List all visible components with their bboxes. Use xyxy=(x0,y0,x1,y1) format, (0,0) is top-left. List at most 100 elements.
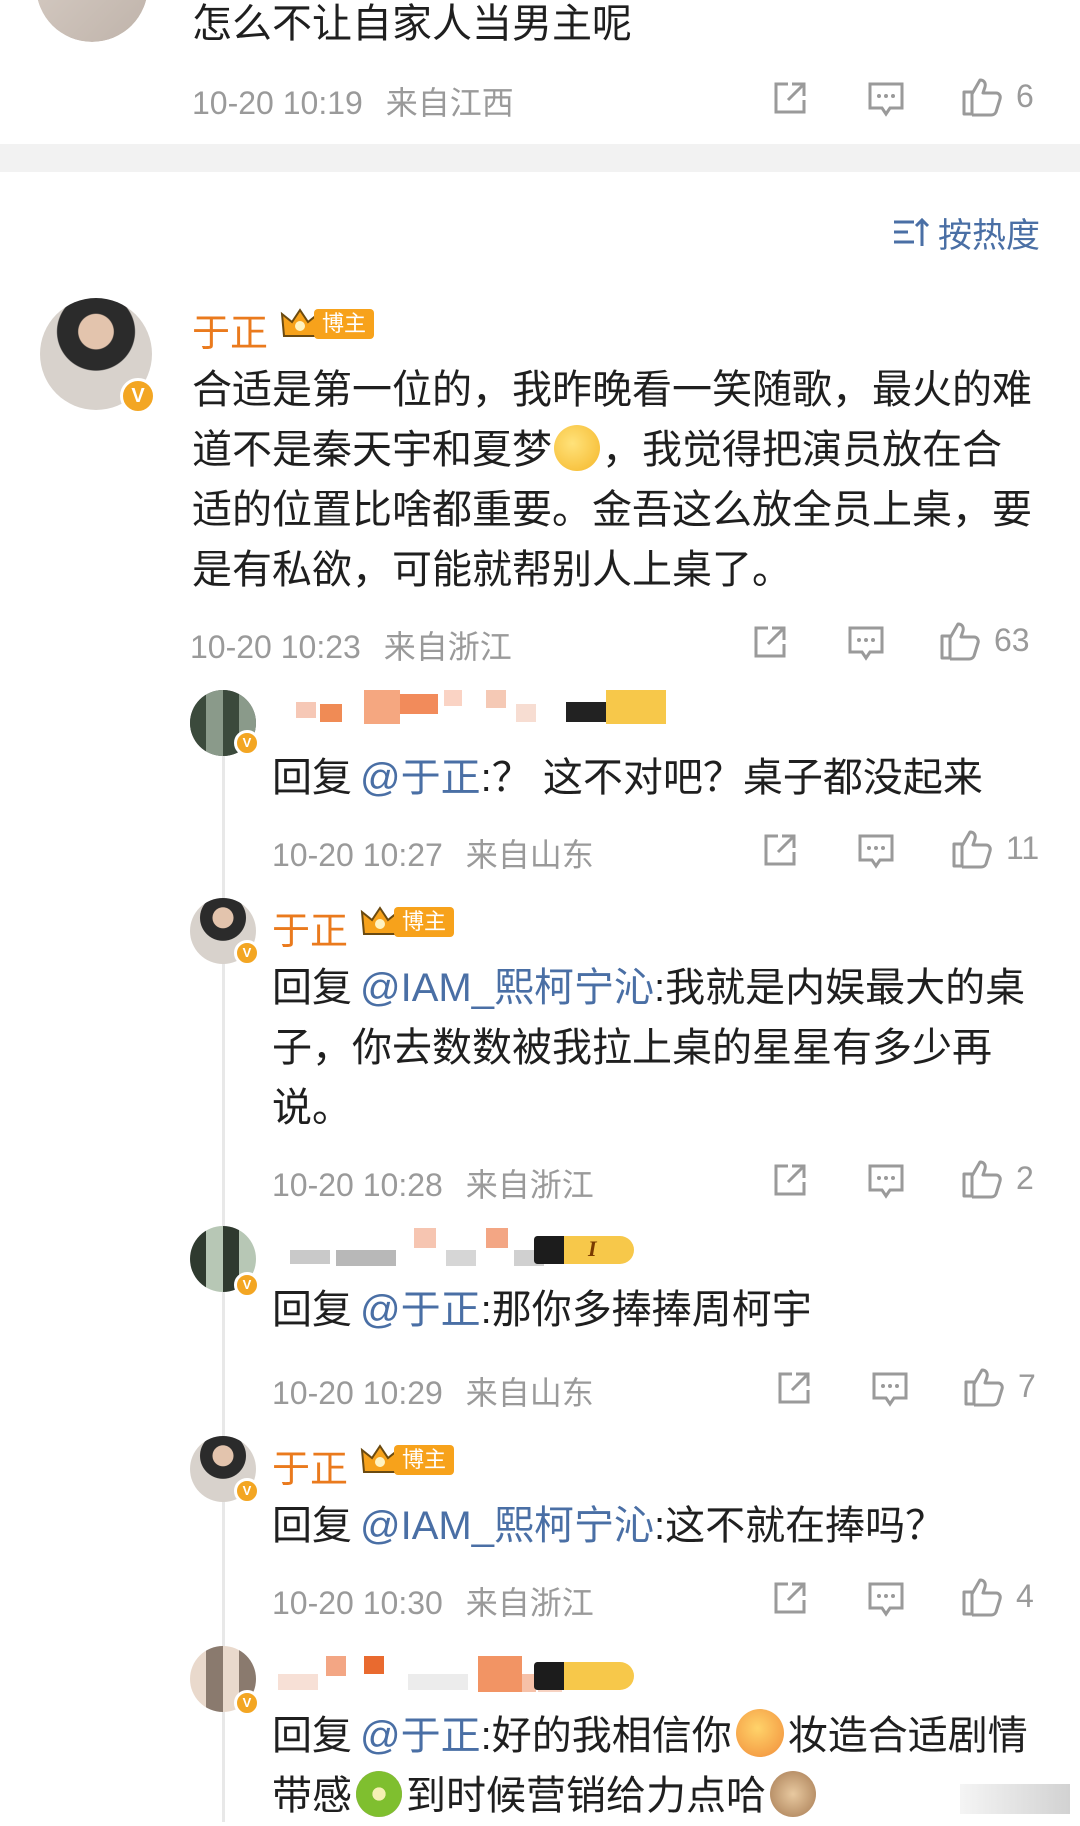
comment-button[interactable] xyxy=(866,1160,906,1200)
top-comment-meta: 10-20 10:19 来自江西 xyxy=(192,78,514,124)
like-button[interactable]: 2 xyxy=(960,1156,1034,1200)
share-button[interactable] xyxy=(770,1160,810,1200)
emoji-partial xyxy=(770,1771,816,1817)
verified-icon: V xyxy=(234,730,260,756)
watermark xyxy=(960,1784,1070,1814)
reply-body: :这不就在捧吗？ xyxy=(653,1504,946,1548)
blogger-badge-label: 博主 xyxy=(394,1445,455,1475)
like-count: 4 xyxy=(1016,1577,1034,1614)
reply-author-name[interactable]: 于正 xyxy=(272,900,348,955)
comment-time: 10-20 10:28 xyxy=(272,1167,443,1203)
blogger-badge: 博主 xyxy=(360,904,455,940)
verified-icon: V xyxy=(234,1690,260,1716)
sort-label: 按热度 xyxy=(938,217,1040,255)
share-button[interactable] xyxy=(770,78,810,118)
reply-prefix: 回复 xyxy=(272,756,352,800)
comment-location: 来自浙江 xyxy=(465,1585,594,1621)
like-button[interactable]: 6 xyxy=(960,74,1034,118)
blurred-username xyxy=(278,1656,562,1692)
comment-icon xyxy=(872,1372,908,1407)
reply-meta: 10-20 10:27 来自山东 xyxy=(272,830,594,876)
reply-body: :好的我相信你 xyxy=(480,1714,732,1758)
reply-prefix: 回复 xyxy=(272,1714,352,1758)
like-button[interactable]: 7 xyxy=(962,1364,1036,1408)
blogger-badge-label: 博主 xyxy=(394,907,455,937)
reply-prefix: 回复 xyxy=(272,1288,352,1332)
like-button[interactable]: 4 xyxy=(960,1574,1034,1618)
reply-text: 回复 @IAM_熙柯宁沁:这不就在捧吗？ xyxy=(272,1496,1032,1556)
top-comment-text: 怎么不让自家人当男主呢 xyxy=(192,2,632,46)
like-count: 7 xyxy=(1018,1367,1036,1404)
reply-text: 回复 @于正:好的我相信你 妆造合适剧情带感 到时候营销给力点哈 xyxy=(272,1706,1052,1826)
blogger-badge-label: 博主 xyxy=(314,309,375,339)
kiwi-emoji xyxy=(356,1771,402,1817)
reply-text: 回复 @IAM_熙柯宁沁:我就是内娱最大的桌子，你去数数被我拉上桌的星星有多少再说… xyxy=(272,958,1032,1138)
comment-time: 10-20 10:19 xyxy=(192,85,363,121)
share-icon xyxy=(764,834,796,866)
comment-button[interactable] xyxy=(870,1368,910,1408)
comment-button[interactable] xyxy=(846,622,886,662)
reply-meta: 10-20 10:30 来自浙江 xyxy=(272,1578,594,1624)
blurred-username xyxy=(290,1228,544,1268)
reply-text: 回复 @于正:那你多捧捧周柯宇 xyxy=(272,1280,1032,1340)
thinking-emoji xyxy=(554,425,600,471)
like-count: 6 xyxy=(1016,77,1034,114)
comment-icon xyxy=(858,834,894,869)
blogger-badge: 博主 xyxy=(360,1442,455,1478)
verified-icon: V xyxy=(234,1272,260,1298)
comment-time: 10-20 10:27 xyxy=(272,837,443,873)
like-count: 63 xyxy=(994,621,1030,658)
comment-time: 10-20 10:29 xyxy=(272,1375,443,1411)
share-button[interactable] xyxy=(770,1578,810,1618)
like-icon xyxy=(940,622,980,661)
sort-icon xyxy=(894,217,930,246)
comment-button[interactable] xyxy=(866,1578,906,1618)
like-button[interactable]: 11 xyxy=(950,826,1039,870)
reply-body: :那你多捧捧周柯宇 xyxy=(480,1288,812,1332)
reply-body-2: 妆造合适剧 xyxy=(787,1714,988,1758)
reply-text: 回复 @于正:？ 这不对吧？桌子都没起来 xyxy=(272,748,1032,808)
comment-icon xyxy=(868,1164,904,1199)
main-comment-meta: 10-20 10:23 来自浙江 xyxy=(190,622,512,668)
share-icon xyxy=(778,1372,810,1404)
comment-location: 来自浙江 xyxy=(465,1167,594,1203)
mention-link[interactable]: @于正 xyxy=(360,1714,481,1758)
share-icon xyxy=(774,1582,806,1614)
comment-location: 来自江西 xyxy=(385,85,514,121)
like-icon xyxy=(962,1160,1002,1199)
share-icon xyxy=(774,1164,806,1196)
top-comment-avatar[interactable]: 油鸭 xyxy=(36,0,148,42)
hug-emoji xyxy=(735,1709,784,1757)
share-button[interactable] xyxy=(774,1368,814,1408)
like-count: 11 xyxy=(1006,829,1040,866)
reply-prefix: 回复 xyxy=(272,1504,352,1548)
mention-link[interactable]: @IAM_熙柯宁沁 xyxy=(360,1504,654,1548)
comment-button[interactable] xyxy=(866,78,906,118)
comment-icon xyxy=(868,82,904,117)
share-button[interactable] xyxy=(760,830,800,870)
reply-meta: 10-20 10:28 来自浙江 xyxy=(272,1160,594,1206)
like-button[interactable]: 63 xyxy=(938,618,1030,662)
like-count: 2 xyxy=(1016,1159,1034,1196)
mention-link[interactable]: @IAM_熙柯宁沁 xyxy=(360,966,654,1010)
mention-link[interactable]: @于正 xyxy=(360,1288,481,1332)
comment-time: 10-20 10:23 xyxy=(190,629,361,665)
sort-control[interactable]: 按热度 xyxy=(892,208,1040,257)
verified-icon: V xyxy=(234,940,260,966)
reply-author-name[interactable]: 于正 xyxy=(272,1438,348,1493)
mention-link[interactable]: @于正 xyxy=(360,756,481,800)
comment-location: 来自浙江 xyxy=(383,629,512,665)
like-icon xyxy=(962,1578,1002,1617)
share-button[interactable] xyxy=(750,622,790,662)
verified-icon: V xyxy=(120,378,156,414)
level-badge xyxy=(534,1662,634,1690)
like-icon xyxy=(962,78,1002,117)
level-badge-label: I xyxy=(588,1236,597,1261)
author-name[interactable]: 于正 xyxy=(192,302,268,357)
share-icon xyxy=(774,82,806,114)
main-comment-text: 合适是第一位的，我昨晚看一笑随歌，最火的难道不是秦天宇和夏梦 ，我觉得把演员放在合… xyxy=(192,360,1032,600)
like-icon xyxy=(964,1368,1004,1407)
reply-body: :？ 这不对吧？桌子都没起来 xyxy=(480,756,983,800)
comment-location: 来自山东 xyxy=(465,837,594,873)
comment-button[interactable] xyxy=(856,830,896,870)
